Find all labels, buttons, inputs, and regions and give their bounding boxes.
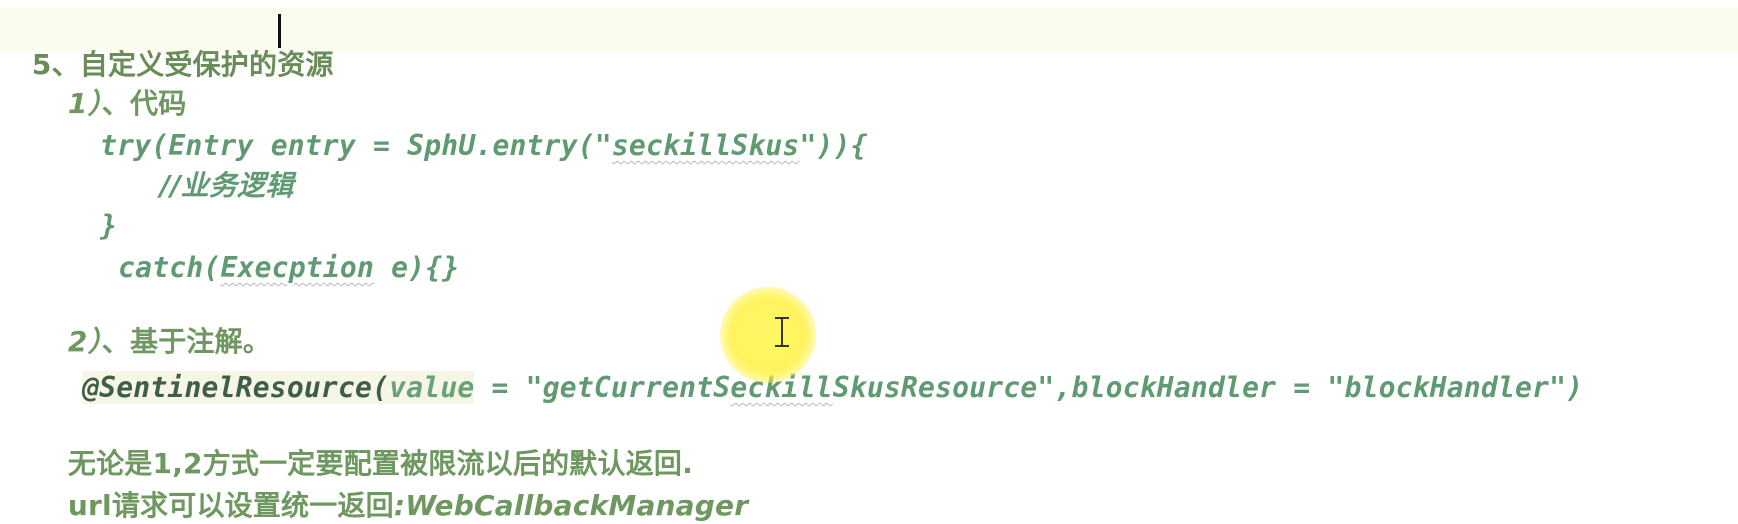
code-resource-name: seckillSkus (611, 129, 800, 162)
heading-text-part-2: 的资源 (249, 48, 334, 81)
i-beam-cursor-icon (772, 316, 792, 350)
code-exception-type: Execption (220, 251, 375, 284)
code-try-suffix: ")){ (799, 129, 868, 162)
web-callback-manager-text: :WebCallbackManager (393, 489, 749, 522)
resource-name-part-1: getCurrentS (542, 371, 731, 404)
code-catch-prefix: catch( (118, 251, 221, 284)
mouse-highlight (720, 287, 816, 383)
annotation-close: ") (1549, 371, 1584, 404)
sentinel-resource-annotation: @SentinelResource( (82, 371, 390, 404)
code-business-comment: //业务逻辑 (159, 169, 294, 202)
annotation-block-handler-key: ",blockHandler = " (1037, 371, 1345, 404)
annotation-equals-quote: = " (474, 371, 543, 404)
code-catch-suffix: e){} (374, 251, 460, 284)
resource-name-part-3: SkusResource (832, 371, 1038, 404)
annotation-value-parameter: value (389, 371, 475, 404)
code-line-catch[interactable]: catch(Execption e){} (84, 214, 459, 286)
url-callback-note-prefix: url请求可以设置统一返回 (67, 489, 394, 522)
annotation-code-line[interactable]: @SentinelResource(value = "getCurrentSec… (48, 334, 1583, 406)
code-line-business-comment[interactable]: //业务逻辑 (140, 132, 294, 204)
url-callback-note[interactable]: url请求可以设置统一返回:WebCallbackManager (48, 452, 748, 524)
annotation-block-handler-value: blockHandler (1344, 371, 1550, 404)
